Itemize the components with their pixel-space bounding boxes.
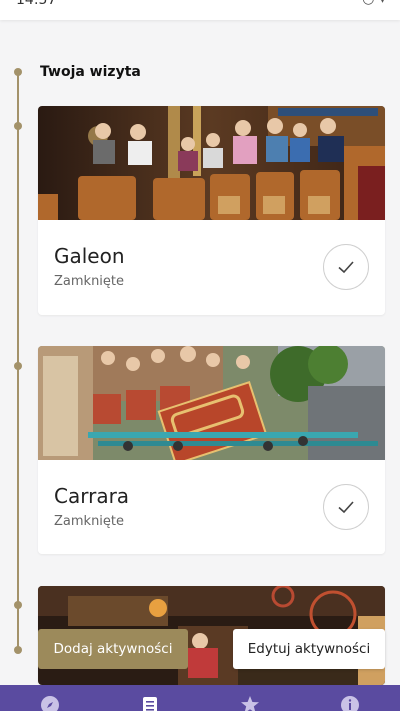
timeline-line [17,72,19,650]
timeline-dot [14,362,22,370]
edit-activities-button[interactable]: Edytuj aktywności [233,629,385,669]
nav-item-favorites[interactable] [200,685,300,711]
list-icon [143,697,157,711]
attraction-name: Galeon [54,244,125,268]
nav-item-explore[interactable] [0,685,100,711]
nav-item-info[interactable] [300,685,400,711]
status-bar-indicators: ◔ ▾ [362,0,386,7]
checkmark-icon [338,501,354,514]
add-activities-button[interactable]: Dodaj aktywności [38,629,188,669]
timeline-dot [14,68,22,76]
section-title: Twoja wizyta [40,64,141,80]
star-icon [241,696,259,711]
attraction-photo [38,106,385,220]
compass-icon [41,696,59,711]
timeline-dot [14,601,22,609]
attraction-card-carrara[interactable]: Carrara Zamknięte [38,346,385,554]
attraction-status: Zamknięte [54,514,125,529]
status-bar: 14:57 ◔ ▾ [0,0,400,20]
timeline-dot [14,122,22,130]
attraction-card-galeon[interactable]: Galeon Zamknięte [38,106,385,315]
attraction-status: Zamknięte [54,274,125,289]
attraction-photo [38,346,385,460]
bottom-navigation [0,685,400,711]
timeline-dot [14,646,22,654]
nav-item-visit[interactable] [100,685,200,711]
attraction-name: Carrara [54,484,130,508]
checkmark-icon [338,261,354,274]
info-icon [341,696,359,711]
check-button[interactable] [323,244,369,290]
check-button[interactable] [323,484,369,530]
status-bar-time: 14:57 [16,0,57,8]
